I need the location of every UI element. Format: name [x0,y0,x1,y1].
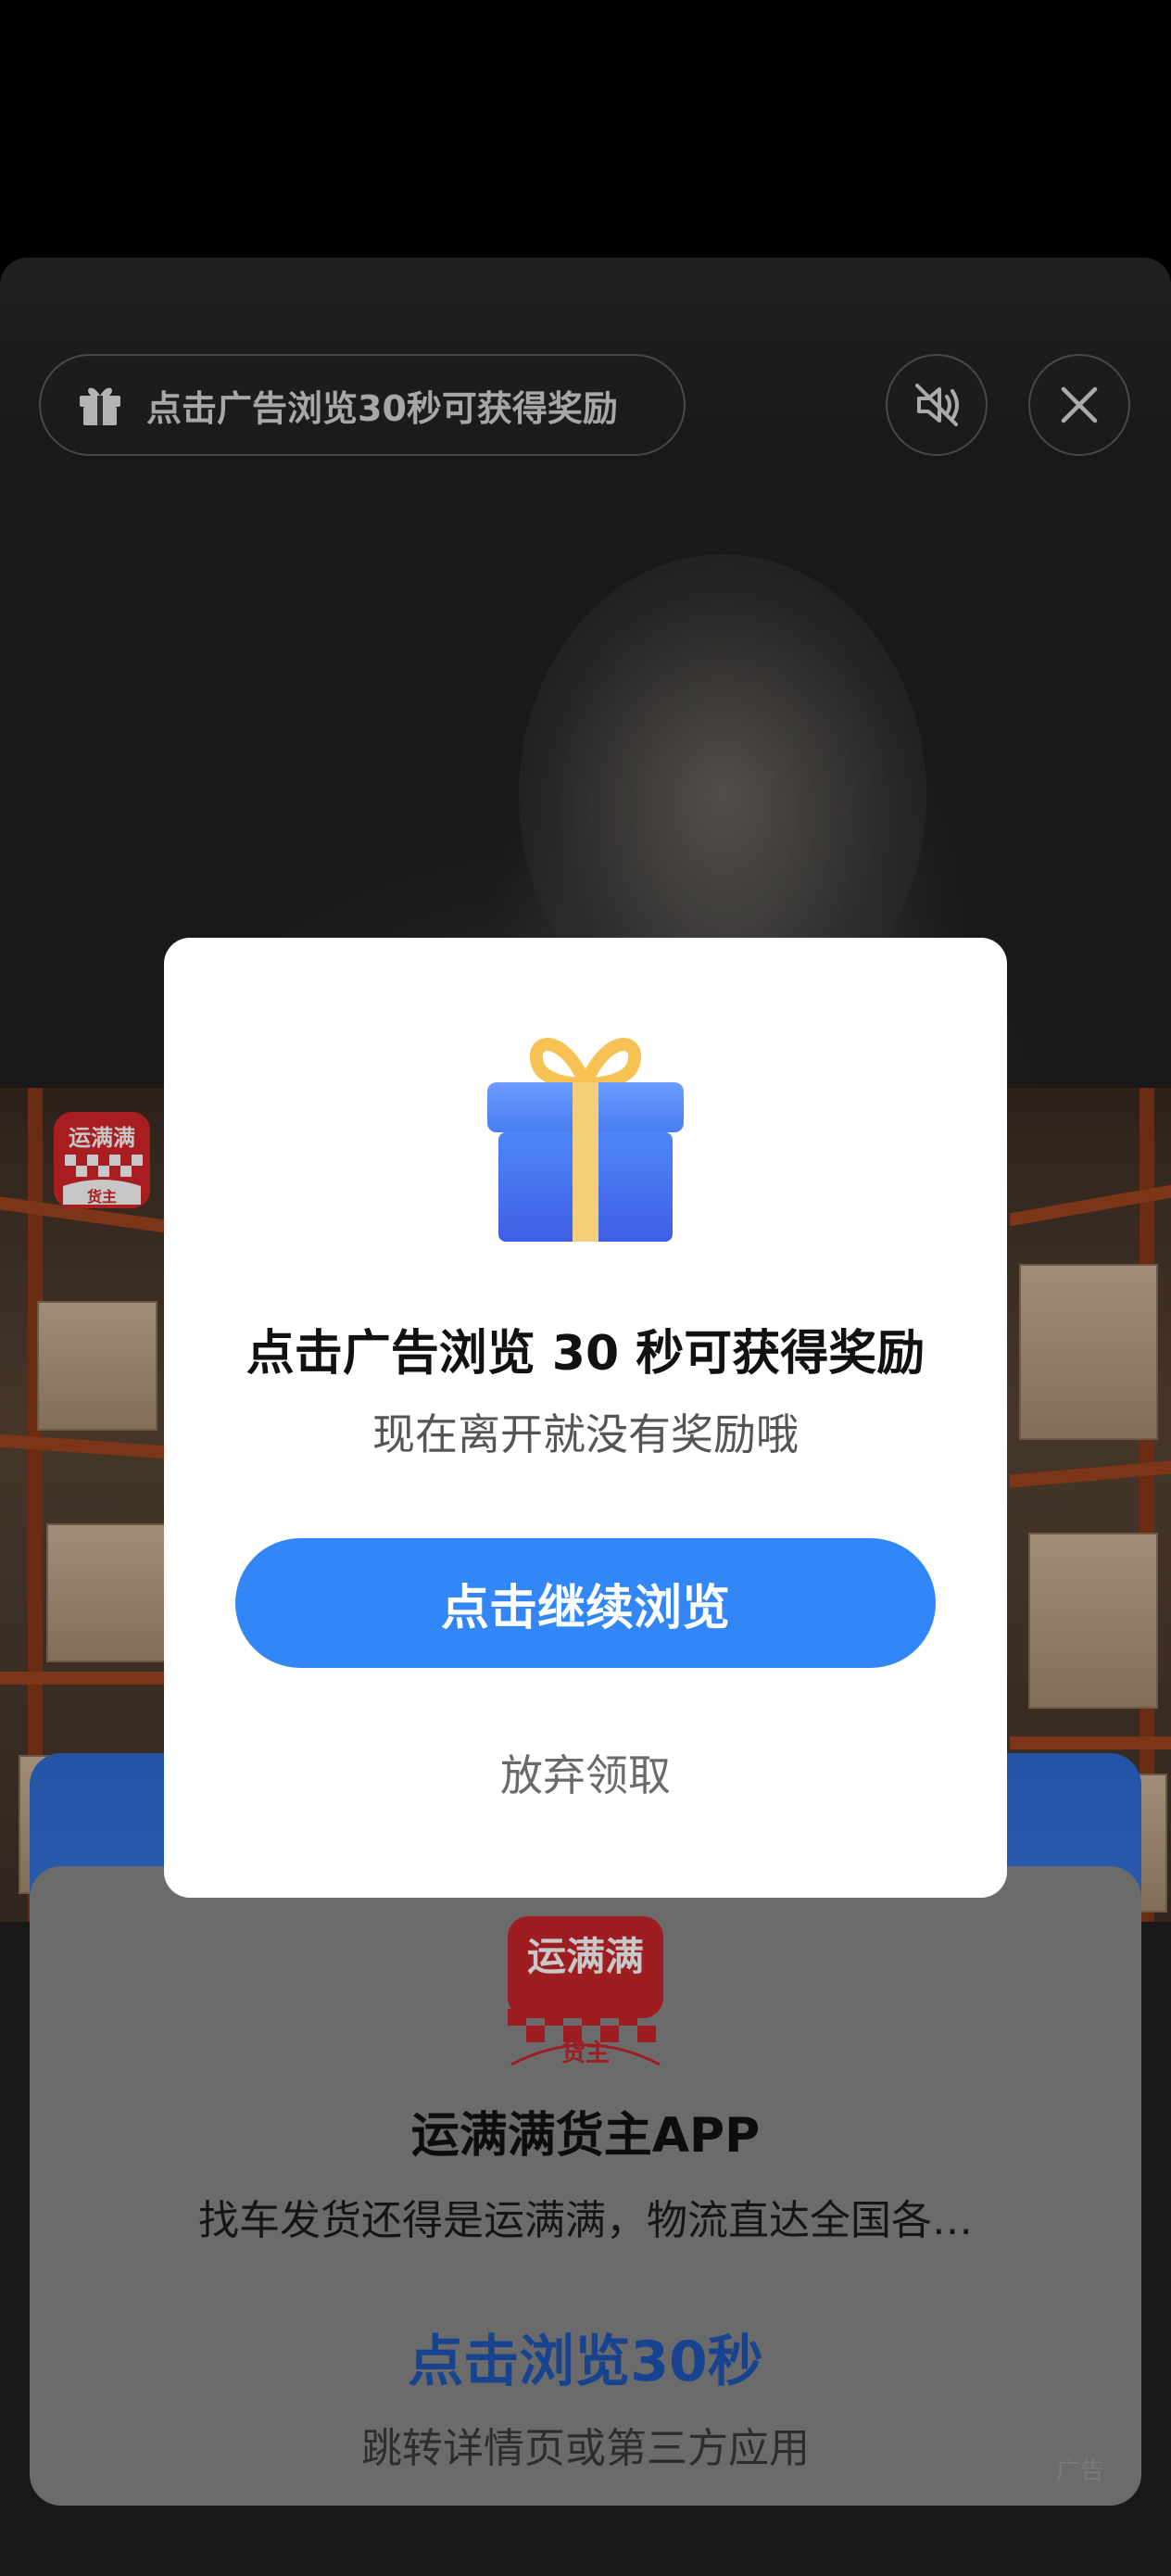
reward-dialog: 点击广告浏览 30 秒可获得奖励 现在离开就没有奖励哦 点击继续浏览 放弃领取 [164,938,1007,1898]
abandon-reward-button[interactable]: 放弃领取 [164,1742,1007,1803]
continue-browsing-button[interactable]: 点击继续浏览 [235,1538,936,1668]
dialog-subtitle: 现在离开就没有奖励哦 [372,1409,799,1459]
dialog-title: 点击广告浏览 30 秒可获得奖励 [246,1326,925,1382]
gift-box-icon [487,1038,684,1242]
screen: 点击广告浏览30秒可获得奖励 运满满 货主 运满满 货主 运满满货主APP 找车… [0,0,1171,2576]
